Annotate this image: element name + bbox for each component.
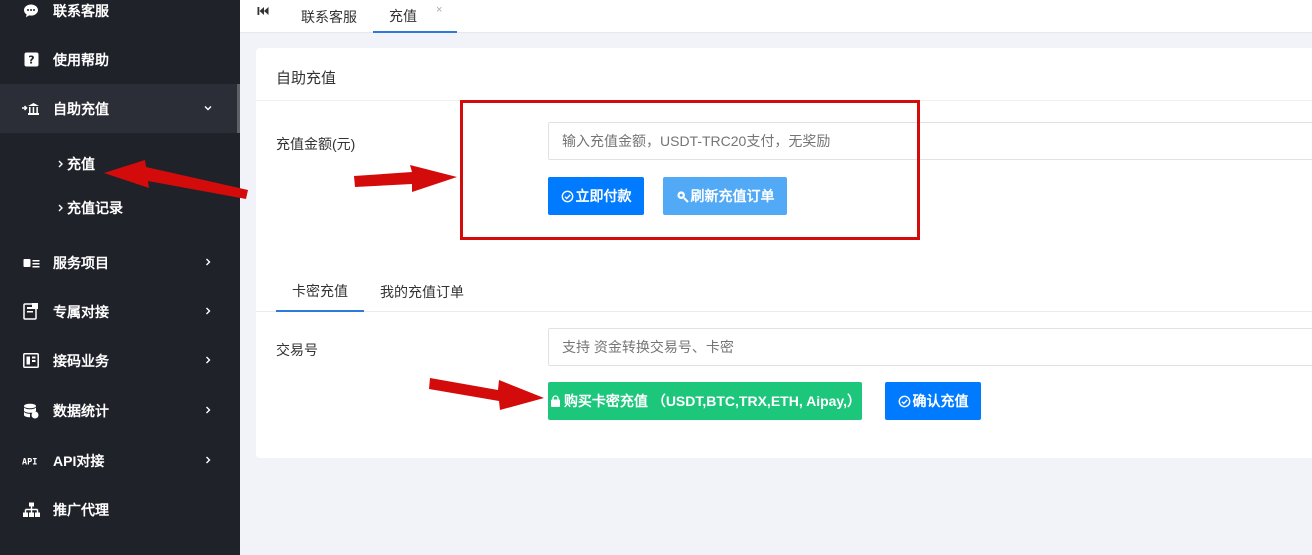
sidebar-item-sms-code[interactable]: 接码业务 bbox=[0, 336, 240, 385]
tab-label: 卡密充值 bbox=[292, 283, 348, 299]
sidebar-item-label: 接码业务 bbox=[53, 352, 109, 369]
first-page-icon[interactable] bbox=[256, 4, 270, 18]
chat-icon bbox=[22, 2, 40, 20]
sidebar-item-api[interactable]: API API对接 bbox=[0, 436, 240, 485]
tab-my-orders[interactable]: 我的充值订单 bbox=[380, 272, 464, 312]
trade-number-label: 交易号 bbox=[276, 342, 318, 358]
chevron-right-icon bbox=[58, 160, 63, 168]
sidebar: 联系客服 ? 使用帮助 自助充值 充值 充值记录 服务项目 专属对接 接码业务 … bbox=[0, 0, 240, 555]
chevron-right-icon bbox=[206, 307, 211, 315]
chevron-right-icon bbox=[206, 258, 211, 266]
sidebar-item-label: 数据统计 bbox=[53, 402, 109, 419]
sidebar-subitem-label: 充值 bbox=[67, 156, 95, 172]
sidebar-item-recharge[interactable]: 自助充值 bbox=[0, 84, 240, 133]
svg-text:API: API bbox=[22, 457, 37, 466]
document-icon bbox=[22, 303, 40, 321]
recharge-subtabs: 卡密充值 我的充值订单 bbox=[256, 272, 1312, 312]
close-icon[interactable]: × bbox=[436, 4, 442, 16]
card-icon bbox=[22, 254, 40, 272]
chevron-right-icon bbox=[206, 406, 211, 414]
bank-icon bbox=[22, 100, 40, 118]
sidebar-item-label: 使用帮助 bbox=[53, 51, 109, 68]
sidebar-item-contact[interactable]: 联系客服 bbox=[0, 0, 240, 35]
buy-card-label: 购买卡密充值 （USDT,BTC,TRX,ETH, Aipay,） bbox=[563, 393, 862, 409]
sidebar-item-help[interactable]: ? 使用帮助 bbox=[0, 35, 240, 84]
sidebar-subitem-label: 充值记录 bbox=[67, 200, 123, 216]
annotation-box bbox=[460, 100, 920, 240]
phone-code-icon bbox=[22, 352, 40, 370]
sidebar-item-label: 推广代理 bbox=[53, 501, 109, 518]
help-icon: ? bbox=[22, 51, 40, 69]
card-header: 自助充值 bbox=[256, 48, 1312, 101]
tab-label: 充值 bbox=[389, 7, 417, 24]
chevron-down-icon bbox=[204, 106, 212, 111]
sidebar-item-statistics[interactable]: 数据统计 bbox=[0, 386, 240, 435]
tab-recharge[interactable]: 充值 bbox=[373, 0, 457, 33]
confirm-recharge-label: 确认充值 bbox=[912, 393, 969, 409]
tab-label: 联系客服 bbox=[301, 8, 357, 25]
sidebar-item-services[interactable]: 服务项目 bbox=[0, 238, 240, 287]
sidebar-item-dedicated[interactable]: 专属对接 bbox=[0, 287, 240, 336]
trade-number-input[interactable] bbox=[548, 328, 1312, 366]
tab-bar: 联系客服 充值 × bbox=[240, 0, 1312, 33]
buy-card-button[interactable]: 购买卡密充值 （USDT,BTC,TRX,ETH, Aipay,） bbox=[548, 382, 862, 420]
sidebar-item-promotion[interactable]: 推广代理 bbox=[0, 485, 240, 534]
sitemap-icon bbox=[22, 501, 40, 519]
database-icon bbox=[22, 402, 40, 420]
chevron-right-icon bbox=[58, 204, 63, 212]
chevron-right-icon bbox=[206, 356, 211, 364]
sidebar-subitem-recharge-history[interactable]: 充值记录 bbox=[0, 186, 240, 230]
svg-text:?: ? bbox=[28, 54, 34, 67]
tab-card-recharge[interactable]: 卡密充值 bbox=[276, 272, 364, 312]
api-icon: API bbox=[22, 452, 40, 470]
sidebar-item-label: 自助充值 bbox=[53, 100, 109, 117]
page-title: 自助充值 bbox=[276, 70, 337, 87]
sidebar-item-label: API对接 bbox=[53, 452, 105, 469]
chevron-right-icon bbox=[206, 456, 211, 464]
sidebar-subitem-recharge[interactable]: 充值 bbox=[0, 142, 240, 186]
check-circle-icon bbox=[898, 395, 910, 407]
amount-label: 充值金额(元) bbox=[276, 136, 356, 152]
confirm-recharge-button[interactable]: 确认充值 bbox=[885, 382, 981, 420]
sidebar-item-label: 服务项目 bbox=[53, 254, 109, 271]
sidebar-item-label: 专属对接 bbox=[53, 303, 109, 320]
shopping-bag-icon bbox=[550, 394, 560, 407]
sidebar-item-label: 联系客服 bbox=[53, 2, 109, 19]
tab-contact[interactable]: 联系客服 bbox=[301, 0, 357, 33]
tab-label: 我的充值订单 bbox=[380, 284, 464, 300]
